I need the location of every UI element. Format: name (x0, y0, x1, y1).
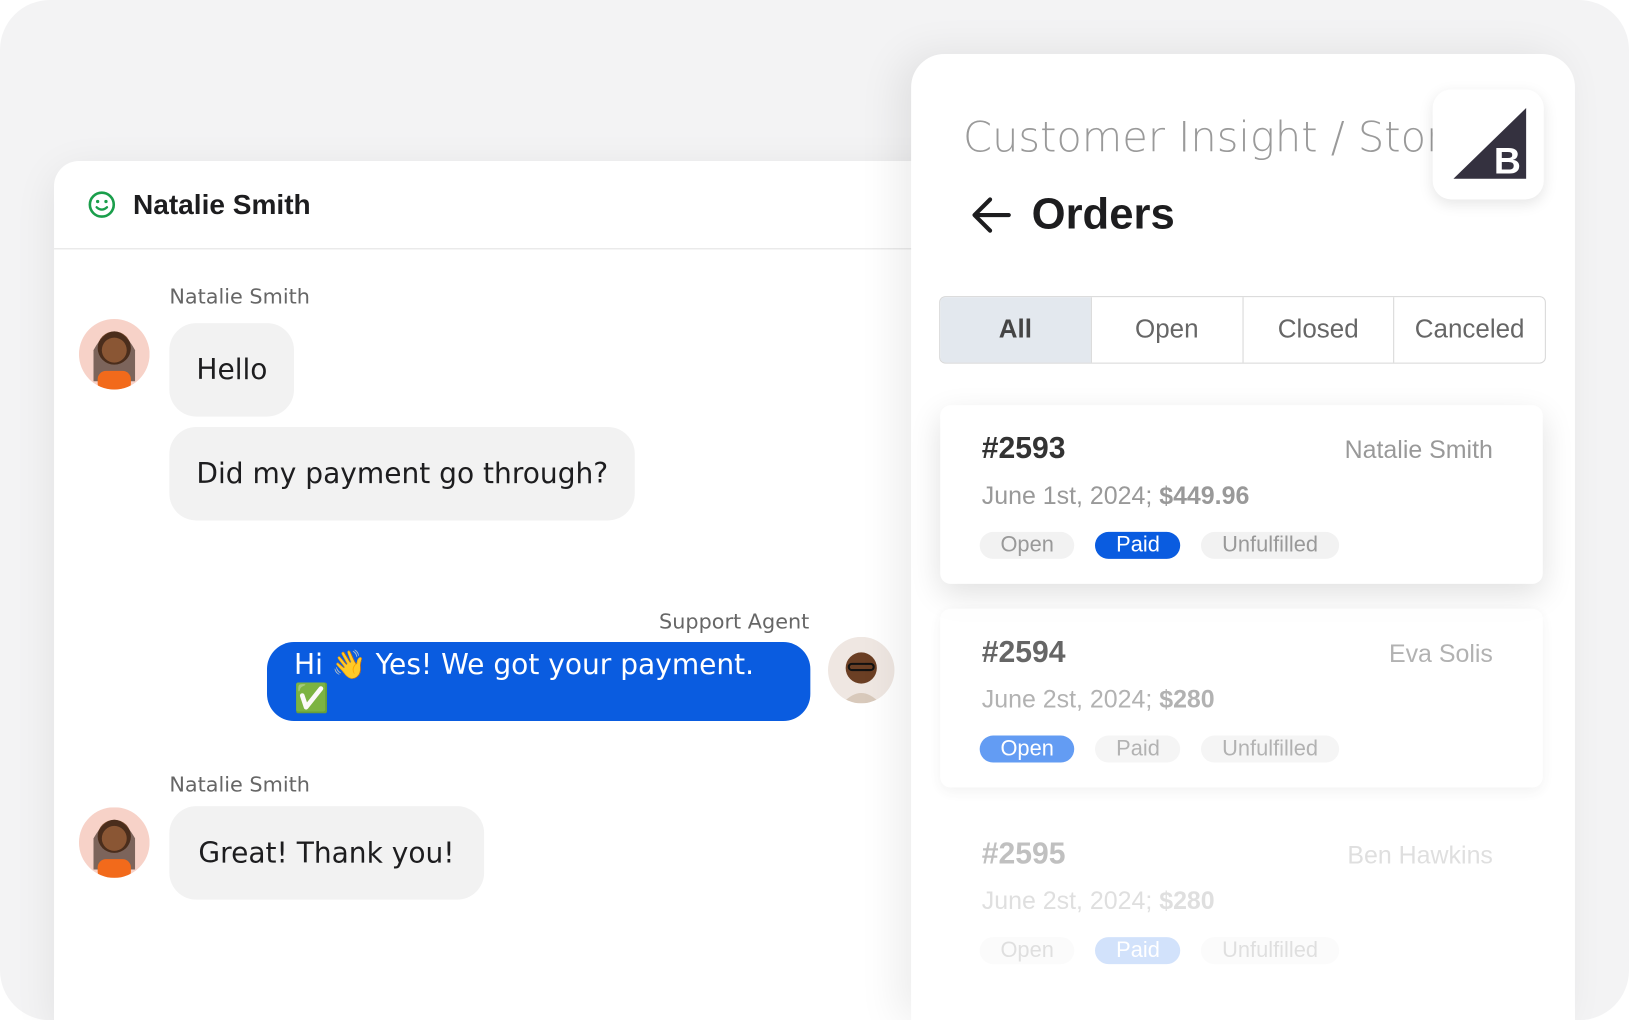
breadcrumb[interactable]: Customer Insight / Store (963, 114, 1468, 162)
sender-label: Support Agent (659, 608, 810, 634)
order-customer: Ben Hawkins (1347, 841, 1493, 870)
status-badge-open: Open (979, 735, 1075, 763)
chat-window: Natalie Smith Natalie Smith Hello Did my… (54, 161, 969, 1020)
fade-overlay (54, 895, 969, 1020)
store-logo: B (1432, 89, 1544, 200)
order-amount: $280 (1159, 685, 1215, 714)
status-badge-unfulfilled: Unfulfilled (1201, 531, 1339, 559)
status-badge-paid: Paid (1095, 937, 1181, 965)
tab-all[interactable]: All (940, 297, 1091, 363)
agent-message-bubble: Hi 👋 Yes! We got your payment. ✅ (266, 642, 811, 721)
message-bubble: Hello (169, 323, 295, 417)
message-bubble: Did my payment go through? (169, 426, 636, 521)
tab-canceled[interactable]: Canceled (1393, 297, 1544, 363)
order-date-amount: June 1st, 2024; $449.96 (982, 482, 1250, 511)
svg-text:B: B (1494, 139, 1521, 181)
order-number: #2594 (981, 635, 1066, 670)
order-amount: $449.96 (1159, 482, 1250, 511)
order-amount: $280 (1159, 887, 1215, 916)
order-customer: Natalie Smith (1344, 436, 1493, 465)
order-date: June 1st, 2024; (981, 482, 1153, 511)
customer-avatar (78, 807, 150, 878)
order-date-amount: June 2st, 2024; $280 (982, 887, 1215, 916)
order-customer: Eva Solis (1388, 639, 1493, 669)
back-arrow-icon[interactable] (969, 193, 1013, 237)
order-filter-tabs: All Open Closed Canceled (939, 296, 1546, 364)
contact-name: Natalie Smith (132, 188, 311, 220)
orders-panel: Customer Insight / Store Orders B All Op… (911, 54, 1575, 1020)
status-badge-open: Open (979, 531, 1075, 559)
agent-avatar (828, 636, 895, 704)
customer-avatar (78, 318, 150, 390)
status-badge-unfulfilled: Unfulfilled (1201, 937, 1339, 965)
message-bubble: Great! Thank you! (169, 806, 484, 900)
order-date: June 2st, 2024; (981, 685, 1153, 714)
order-number: #2595 (981, 837, 1066, 871)
status-badge-paid: Paid (1095, 531, 1181, 559)
status-badge-paid: Paid (1095, 735, 1181, 763)
order-card[interactable]: #2594 Eva Solis June 2st, 2024; $280 Ope… (940, 608, 1543, 788)
sender-label: Natalie Smith (169, 771, 310, 797)
status-badge-open: Open (979, 937, 1075, 965)
order-date-amount: June 2st, 2024; $280 (982, 686, 1215, 715)
order-card[interactable]: #2593 Natalie Smith June 1st, 2024; $449… (940, 405, 1543, 584)
order-card[interactable]: #2595 Ben Hawkins June 2st, 2024; $280 O… (940, 810, 1543, 990)
sender-label: Natalie Smith (169, 283, 310, 309)
tab-closed[interactable]: Closed (1242, 297, 1393, 363)
status-badge-unfulfilled: Unfulfilled (1201, 735, 1339, 763)
chat-header: Natalie Smith (54, 161, 969, 250)
page-title: Orders (1031, 189, 1175, 238)
smiley-status-icon (88, 191, 116, 218)
tab-open[interactable]: Open (1090, 297, 1242, 363)
order-date: June 2st, 2024; (981, 887, 1153, 916)
order-number: #2593 (981, 432, 1066, 466)
